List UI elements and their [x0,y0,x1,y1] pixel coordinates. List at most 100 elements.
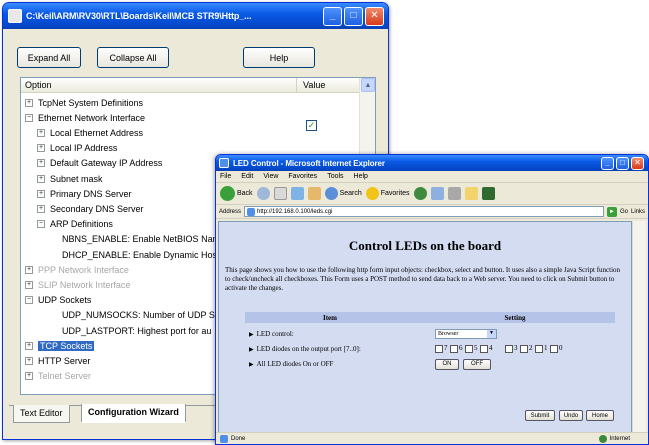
search-button[interactable]: Search [324,187,362,200]
expand-icon[interactable]: + [37,159,45,168]
tree-row[interactable]: + PPP Network Interface [25,262,129,277]
messenger-icon[interactable] [481,187,495,200]
collapse-icon[interactable]: − [25,113,33,122]
led-checkbox[interactable] [520,345,528,353]
page-scrollbar[interactable] [632,221,646,433]
tree-row[interactable]: + Local Ethernet Address [37,125,143,140]
tree-row[interactable]: + Secondary DNS Server [37,201,144,216]
tree-row-label: Subnet mask [50,173,103,184]
close-icon[interactable]: ✕ [631,156,644,170]
tree-row-label: HTTP Server [38,355,91,366]
collapse-icon[interactable]: − [37,220,45,229]
expand-icon[interactable]: + [25,265,33,274]
tree-row[interactable]: + Default Gateway IP Address [37,156,162,171]
mail-icon[interactable] [430,187,444,200]
collapse-all-button[interactable]: Collapse All [97,47,169,68]
led-checkbox[interactable] [535,345,543,353]
back-arrow-icon [220,186,235,201]
maximize-icon[interactable]: □ [616,156,629,170]
led-control-row: ▶ LED control: Browser ▼ [245,328,615,340]
collapse-icon[interactable]: − [25,296,33,305]
menu-favorites[interactable]: Favorites [288,173,317,180]
led-checkbox[interactable] [550,345,558,353]
menu-view[interactable]: View [263,173,278,180]
led-control-select[interactable]: Browser ▼ [435,329,497,339]
scroll-up-icon[interactable]: ▲ [361,78,375,92]
submit-button[interactable]: Submit [525,410,555,421]
undo-button[interactable]: Undo [559,410,583,421]
tree-row[interactable]: + SLIP Network Interface [25,277,130,292]
tree-row[interactable]: + Subnet mask [37,171,103,186]
tree-row[interactable]: + Telnet Server [25,369,91,384]
expand-all-button[interactable]: Expand All [17,47,81,68]
tab-configuration-wizard[interactable]: Configuration Wizard [81,404,186,423]
all-leds-label: All LED diodes On or OFF [256,360,334,368]
refresh-icon[interactable] [290,187,304,200]
led-checkbox[interactable] [465,345,473,353]
led-checkbox[interactable] [480,345,488,353]
back-button[interactable]: Back [220,186,253,201]
menu-edit[interactable]: Edit [241,173,253,180]
history-icon[interactable] [413,187,427,200]
expand-icon[interactable]: + [37,144,45,153]
minimize-icon[interactable]: _ [601,156,614,170]
led-checkbox[interactable] [435,345,443,353]
chevron-down-icon[interactable]: ▼ [487,330,496,338]
tree-row[interactable]: + HTTP Server [25,353,90,368]
tree-row-label: Telnet Server [38,371,92,382]
led-checkbox[interactable] [450,345,458,353]
stop-icon[interactable] [273,187,287,200]
go-arrow-icon[interactable]: ► [606,206,617,217]
forward-arrow-icon[interactable] [256,187,270,200]
tab-text-editor[interactable]: Text Editor [13,405,70,423]
all-on-button[interactable]: ON [435,358,459,370]
address-input[interactable]: http://192.168.0.100/leds.cgi [244,206,604,217]
tree-row[interactable]: − Ethernet Network Interface [25,110,145,125]
app-icon [8,9,22,23]
tree-row[interactable]: − UDP Sockets [25,293,91,308]
links-label[interactable]: Links [631,209,645,215]
tree-row[interactable]: DHCP_ENABLE: Enable Dynamic Host [49,247,220,262]
expand-icon[interactable]: + [25,356,33,365]
enable-checkbox-icon[interactable]: ✓ [306,120,317,131]
menu-help[interactable]: Help [354,173,368,180]
expand-icon[interactable]: + [25,280,33,289]
favorites-button[interactable]: Favorites [365,187,410,200]
led-checkbox[interactable] [505,345,513,353]
folder-icon[interactable] [464,187,478,200]
expand-icon[interactable]: + [37,128,45,137]
item-column-header: Item [323,313,337,322]
menu-file[interactable]: File [220,173,231,180]
go-button[interactable]: Go [620,209,628,215]
expand-icon[interactable]: + [37,204,45,213]
expand-icon[interactable]: + [37,174,45,183]
expand-icon[interactable]: + [25,372,33,381]
ie-window-title: LED Control - Microsoft Internet Explore… [233,158,385,168]
tree-row[interactable]: NBNS_ENABLE: Enable NetBIOS Name [49,232,225,247]
expand-icon[interactable]: + [25,98,33,107]
expand-icon[interactable]: + [37,189,45,198]
expand-icon[interactable]: + [25,341,33,350]
tree-row-label: UDP Sockets [38,295,92,306]
tree-row[interactable]: + Local IP Address [37,141,117,156]
tree-row-label: DHCP_ENABLE: Enable Dynamic Host [62,249,220,260]
tree-row[interactable]: + Primary DNS Server [37,186,132,201]
home-button[interactable]: Home [586,410,614,421]
config-window-titlebar[interactable]: C:\Keil\ARM\RV30\RTL\Boards\Keil\MCB STR… [3,3,388,29]
tree-row[interactable]: + TCP Sockets [25,338,95,353]
option-column-header[interactable]: Option [21,78,297,92]
close-icon[interactable]: ✕ [365,6,384,26]
minimize-icon[interactable]: _ [323,6,342,26]
menu-tools[interactable]: Tools [327,173,343,180]
tree-row[interactable]: UDP_NUMSOCKS: Number of UDP So [49,308,220,323]
tree-row[interactable]: − ARP Definitions [37,217,113,232]
all-off-button[interactable]: OFF [463,358,491,370]
help-button[interactable]: Help [243,47,315,68]
tree-row[interactable]: + TcpNet System Definitions [25,95,143,110]
led-checkbox-label: 0 [559,344,563,352]
ie-titlebar[interactable]: LED Control - Microsoft Internet Explore… [216,155,648,171]
home-icon[interactable] [307,187,321,200]
print-icon[interactable] [447,187,461,200]
tree-row[interactable]: UDP_LASTPORT: Highest port for au [49,323,211,338]
maximize-icon[interactable]: □ [344,6,363,26]
